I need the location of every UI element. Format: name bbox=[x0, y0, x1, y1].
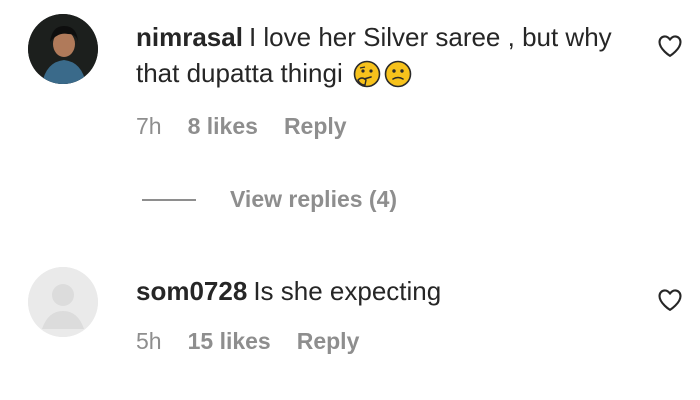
avatar[interactable] bbox=[28, 267, 98, 337]
comment-time[interactable]: 5h bbox=[136, 328, 162, 355]
comment-text: Is she expecting bbox=[253, 276, 442, 306]
reply-button[interactable]: Reply bbox=[284, 113, 347, 140]
comment-time[interactable]: 7h bbox=[136, 113, 162, 140]
divider-line bbox=[142, 198, 196, 201]
view-replies-label: View replies (4) bbox=[230, 186, 398, 212]
comment-likes[interactable]: 15 likes bbox=[188, 328, 271, 355]
comment-likes[interactable]: 8 likes bbox=[188, 113, 258, 140]
comment-meta: 7h 8 likes Reply bbox=[136, 113, 347, 140]
comment-meta: 5h 15 likes Reply bbox=[136, 328, 359, 355]
comment-username[interactable]: nimrasal bbox=[136, 22, 243, 52]
comment-body: som0728 Is she expecting bbox=[136, 273, 626, 309]
comment-body: nimrasal I love her Silver saree , but wh… bbox=[136, 19, 626, 97]
comment-username[interactable]: som0728 bbox=[136, 276, 247, 306]
avatar[interactable] bbox=[28, 14, 98, 84]
view-replies-button[interactable]: View replies (4) bbox=[142, 186, 397, 213]
reply-button[interactable]: Reply bbox=[297, 328, 360, 355]
default-avatar-icon bbox=[28, 267, 98, 337]
confused-face-emoji bbox=[384, 60, 412, 97]
heart-outline-icon[interactable] bbox=[656, 286, 684, 314]
thinking-face-emoji bbox=[353, 60, 381, 97]
heart-outline-icon[interactable] bbox=[656, 32, 684, 60]
avatar-image bbox=[28, 14, 98, 84]
